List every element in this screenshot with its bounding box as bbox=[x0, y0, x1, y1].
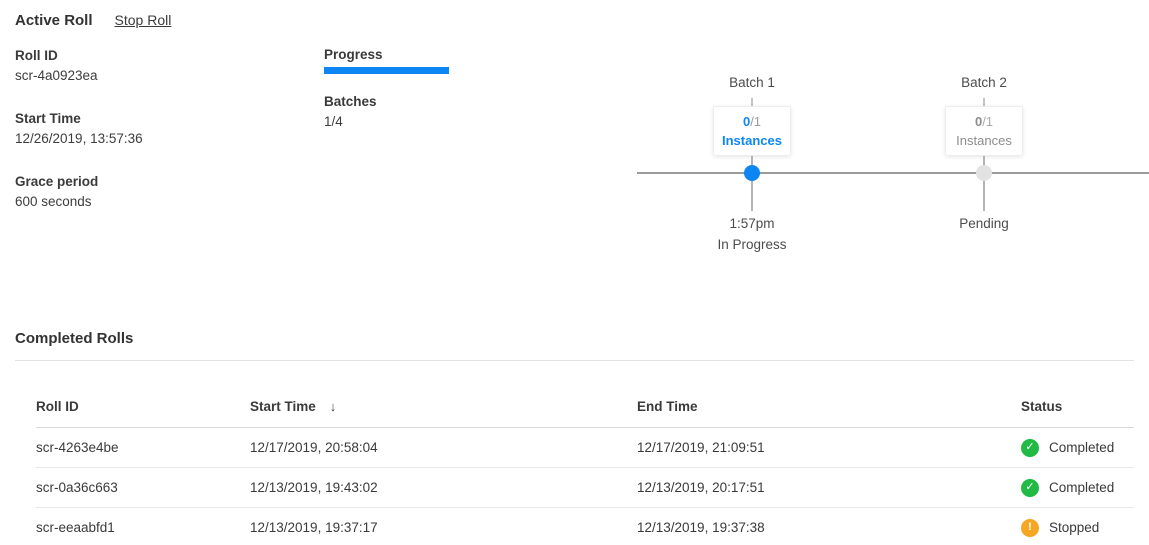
status-label: Completed bbox=[1049, 480, 1114, 495]
roll-dashboard: Active Roll Stop Roll Roll ID scr-4a0923… bbox=[0, 0, 1149, 545]
cell-status: ✓ Completed bbox=[1021, 428, 1134, 468]
cell-start-time: 12/13/2019, 19:37:17 bbox=[250, 508, 637, 545]
timeline-batch-2: Batch 2 0/1 Instances Pending bbox=[919, 74, 1049, 238]
batch-1-instance-count: 0/1 bbox=[714, 112, 790, 131]
cell-start-time: 12/13/2019, 19:43:02 bbox=[250, 468, 637, 508]
cell-start-time: 12/17/2019, 20:58:04 bbox=[250, 428, 637, 468]
cell-roll-id: scr-eeaabfd1 bbox=[36, 508, 250, 545]
batch-1-instances-label: Instances bbox=[714, 131, 790, 150]
start-time-header-label: Start Time bbox=[250, 399, 316, 414]
cell-status: ! Stopped bbox=[1021, 508, 1134, 545]
column-header-end-time[interactable]: End Time bbox=[637, 361, 1021, 428]
completed-rolls-table: Roll ID Start Time ↓ End Time Status scr-… bbox=[36, 361, 1134, 545]
timeline-batch-1: Batch 1 0/1 Instances 1:57pm In Progress bbox=[687, 74, 817, 252]
table-row[interactable]: scr-0a36c663 12/13/2019, 19:43:02 12/13/… bbox=[36, 468, 1134, 508]
sort-descending-icon[interactable]: ↓ bbox=[330, 399, 337, 414]
batch-1-status: In Progress bbox=[687, 238, 817, 252]
completed-rolls-title: Completed Rolls bbox=[15, 330, 133, 347]
status-badge: ✓ Completed bbox=[1021, 479, 1134, 497]
cell-status: ✓ Completed bbox=[1021, 468, 1134, 508]
batch-1-instances-card[interactable]: 0/1 Instances bbox=[713, 106, 791, 156]
batch-2-name: Batch 2 bbox=[919, 74, 1049, 91]
table-row[interactable]: scr-eeaabfd1 12/13/2019, 19:37:17 12/13/… bbox=[36, 508, 1134, 545]
batch-1-name: Batch 1 bbox=[687, 74, 817, 91]
cell-roll-id: scr-0a36c663 bbox=[36, 468, 250, 508]
batch-2-instances-card[interactable]: 0/1 Instances bbox=[945, 106, 1023, 156]
exclamation-circle-icon: ! bbox=[1021, 519, 1039, 537]
table-header-row: Roll ID Start Time ↓ End Time Status bbox=[36, 361, 1134, 428]
batch-2-instances-label: Instances bbox=[946, 131, 1022, 150]
batch-1-time: 1:57pm bbox=[687, 217, 817, 231]
batch-1-tick bbox=[751, 98, 753, 106]
status-label: Stopped bbox=[1049, 520, 1099, 535]
batch-2-total: /1 bbox=[982, 114, 993, 129]
batch-timeline: Batch 1 0/1 Instances 1:57pm In Progress… bbox=[0, 0, 1149, 300]
batch-1-timeline-dot bbox=[744, 165, 760, 181]
batch-2-instance-count: 0/1 bbox=[946, 112, 1022, 131]
cell-end-time: 12/13/2019, 20:17:51 bbox=[637, 468, 1021, 508]
cell-end-time: 12/17/2019, 21:09:51 bbox=[637, 428, 1021, 468]
column-header-status[interactable]: Status bbox=[1021, 361, 1134, 428]
status-label: Completed bbox=[1049, 440, 1114, 455]
batch-2-status: Pending bbox=[919, 217, 1049, 231]
check-circle-icon: ✓ bbox=[1021, 479, 1039, 497]
status-badge: ! Stopped bbox=[1021, 519, 1134, 537]
cell-roll-id: scr-4263e4be bbox=[36, 428, 250, 468]
column-header-start-time[interactable]: Start Time ↓ bbox=[250, 361, 637, 428]
status-badge: ✓ Completed bbox=[1021, 439, 1134, 457]
batch-2-timeline-dot bbox=[976, 165, 992, 181]
column-header-roll-id[interactable]: Roll ID bbox=[36, 361, 250, 428]
batch-2-tick bbox=[983, 98, 985, 106]
cell-end-time: 12/13/2019, 19:37:38 bbox=[637, 508, 1021, 545]
check-circle-icon: ✓ bbox=[1021, 439, 1039, 457]
batch-1-total: /1 bbox=[750, 114, 761, 129]
table-row[interactable]: scr-4263e4be 12/17/2019, 20:58:04 12/17/… bbox=[36, 428, 1134, 468]
